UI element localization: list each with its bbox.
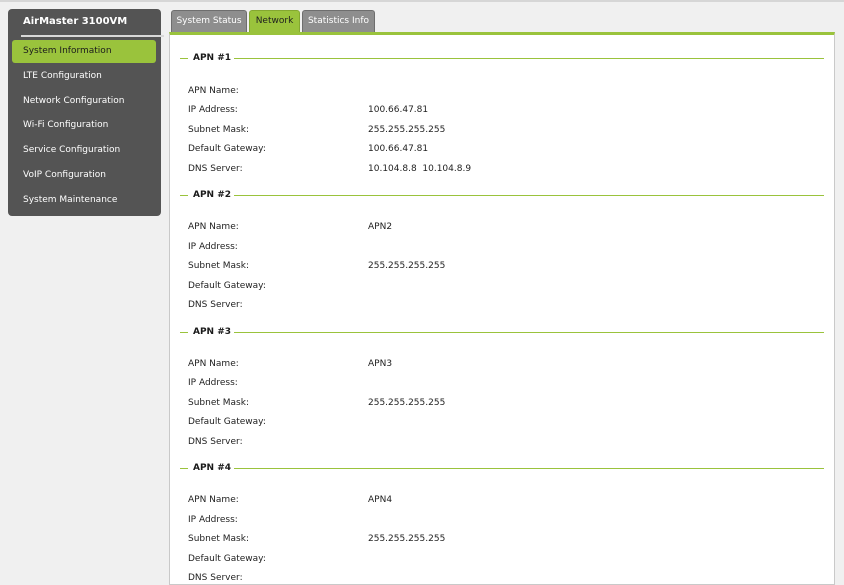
default-gateway-row: Default Gateway: 100.66.47.81 bbox=[188, 142, 788, 156]
sidebar-item-network-configuration[interactable]: Network Configuration bbox=[12, 90, 156, 113]
apn-name-value: APN2 bbox=[368, 222, 393, 232]
ip-address-row: IP Address: bbox=[188, 513, 788, 527]
sidebar: AirMaster 3100VM System Information LTE … bbox=[8, 9, 164, 216]
top-border bbox=[0, 0, 844, 2]
dns-server-row: DNS Server: bbox=[188, 298, 788, 312]
tab-system-status[interactable]: System Status bbox=[171, 10, 247, 32]
ip-address-row: IP Address: 100.66.47.81 bbox=[188, 103, 788, 117]
sidebar-item-voip-configuration[interactable]: VoIP Configuration bbox=[12, 164, 156, 187]
default-gateway-label: Default Gateway: bbox=[188, 417, 266, 427]
default-gateway-label: Default Gateway: bbox=[188, 281, 266, 291]
sidebar-item-system-information[interactable]: System Information bbox=[12, 40, 156, 63]
apn-name-value: APN4 bbox=[368, 495, 393, 505]
dns-server-label: DNS Server: bbox=[188, 437, 243, 447]
subnet-mask-value: 255.255.255.255 bbox=[368, 398, 446, 408]
dns-server-row: DNS Server: bbox=[188, 571, 788, 585]
dns-server-row: DNS Server: bbox=[188, 435, 788, 449]
dns-server-label: DNS Server: bbox=[188, 300, 243, 310]
apn-name-label: APN Name: bbox=[188, 495, 239, 505]
apn-name-label: APN Name: bbox=[188, 359, 239, 369]
apn-section-header: APN #1 bbox=[180, 52, 824, 63]
dns-server-label: DNS Server: bbox=[188, 164, 243, 174]
apn-name-row: APN Name: APN2 bbox=[188, 220, 788, 234]
apn-section-header: APN #2 bbox=[180, 189, 824, 200]
apn-section-header: APN #4 bbox=[180, 462, 824, 473]
ip-address-row: IP Address: bbox=[188, 376, 788, 390]
dns-server-label: DNS Server: bbox=[188, 573, 243, 583]
brand-divider bbox=[21, 35, 164, 37]
default-gateway-row: Default Gateway: bbox=[188, 279, 788, 293]
default-gateway-row: Default Gateway: bbox=[188, 415, 788, 429]
sidebar-item-wifi-configuration[interactable]: Wi-Fi Configuration bbox=[12, 114, 156, 137]
apn-name-label: APN Name: bbox=[188, 222, 239, 232]
tab-statistics-info[interactable]: Statistics Info bbox=[302, 10, 375, 32]
apn-section-title: APN #3 bbox=[193, 327, 232, 337]
subnet-mask-value: 255.255.255.255 bbox=[368, 534, 446, 544]
apn-name-label: APN Name: bbox=[188, 86, 239, 96]
subnet-mask-row: Subnet Mask: 255.255.255.255 bbox=[188, 396, 788, 410]
ip-address-label: IP Address: bbox=[188, 242, 238, 252]
ip-address-label: IP Address: bbox=[188, 378, 238, 388]
apn-name-row: APN Name: APN4 bbox=[188, 493, 788, 507]
apn-name-value: APN3 bbox=[368, 359, 393, 369]
tab-network[interactable]: Network bbox=[249, 10, 300, 32]
subnet-mask-label: Subnet Mask: bbox=[188, 261, 249, 271]
ip-address-value: 100.66.47.81 bbox=[368, 105, 429, 115]
default-gateway-row: Default Gateway: bbox=[188, 552, 788, 566]
subnet-mask-row: Subnet Mask: 255.255.255.255 bbox=[188, 123, 788, 137]
apn-section-title: APN #4 bbox=[193, 463, 232, 473]
brand-title: AirMaster 3100VM bbox=[23, 16, 128, 27]
sidebar-item-system-maintenance[interactable]: System Maintenance bbox=[12, 189, 156, 212]
ip-address-label: IP Address: bbox=[188, 515, 238, 525]
apn-name-row: APN Name: APN3 bbox=[188, 357, 788, 371]
sidebar-item-lte-configuration[interactable]: LTE Configuration bbox=[12, 65, 156, 88]
subnet-mask-label: Subnet Mask: bbox=[188, 398, 249, 408]
dns-server-row: DNS Server: 10.104.8.8 10.104.8.9 bbox=[188, 162, 788, 176]
apn-section-header: APN #3 bbox=[180, 326, 824, 337]
ip-address-label: IP Address: bbox=[188, 105, 238, 115]
sidebar-item-service-configuration[interactable]: Service Configuration bbox=[12, 139, 156, 162]
subnet-mask-row: Subnet Mask: 255.255.255.255 bbox=[188, 532, 788, 546]
sidebar-nav: System Information LTE Configuration Net… bbox=[12, 40, 156, 214]
subnet-mask-label: Subnet Mask: bbox=[188, 534, 249, 544]
subnet-mask-label: Subnet Mask: bbox=[188, 125, 249, 135]
default-gateway-label: Default Gateway: bbox=[188, 144, 266, 154]
dns-server-value: 10.104.8.8 10.104.8.9 bbox=[368, 164, 472, 174]
default-gateway-value: 100.66.47.81 bbox=[368, 144, 429, 154]
apn-name-row: APN Name: bbox=[188, 84, 788, 98]
subnet-mask-value: 255.255.255.255 bbox=[368, 125, 446, 135]
network-panel: APN #1 APN Name: IP Address: 100.66.47.8… bbox=[169, 32, 835, 585]
apn-section-title: APN #2 bbox=[193, 190, 232, 200]
subnet-mask-value: 255.255.255.255 bbox=[368, 261, 446, 271]
default-gateway-label: Default Gateway: bbox=[188, 554, 266, 564]
apn-section-title: APN #1 bbox=[193, 53, 232, 63]
ip-address-row: IP Address: bbox=[188, 240, 788, 254]
subnet-mask-row: Subnet Mask: 255.255.255.255 bbox=[188, 259, 788, 273]
